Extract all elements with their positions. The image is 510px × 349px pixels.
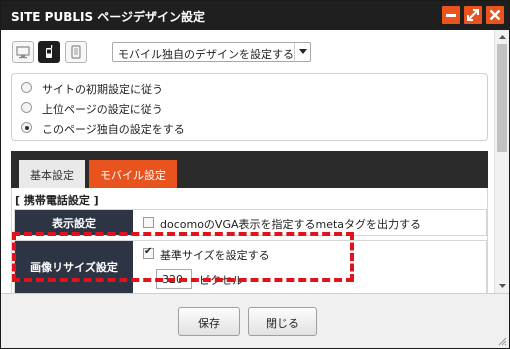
scroll-up-icon[interactable] bbox=[498, 33, 507, 42]
setting-row-image-resize: 画像リサイズ設定 基準サイズを設定する 320 ピクセル bbox=[14, 240, 487, 293]
tab-content: [ 携帯電話設定 ] 表示設定 docomoのVGA表示を指定するmetaタグを… bbox=[11, 188, 488, 293]
pc-icon bbox=[16, 46, 30, 59]
radio-button-checked[interactable] bbox=[21, 122, 32, 133]
dialog-footer: 保存 閉じる bbox=[1, 293, 509, 348]
maximize-icon bbox=[467, 9, 479, 21]
radio-label: このページ独自の設定をする bbox=[42, 123, 185, 136]
radio-label: 上位ページの設定に従う bbox=[42, 103, 163, 116]
tab-label: 基本設定 bbox=[30, 169, 74, 182]
settings-tab-panel: 基本設定 モバイル設定 [ 携帯電話設定 ] 表示設定 docomoのVGA表示… bbox=[11, 151, 488, 293]
maximize-button[interactable] bbox=[464, 6, 482, 24]
dialog-window: SITE PUBLIS ページデザイン設定 モバイル独自のデザインを設定する サ… bbox=[0, 0, 510, 349]
tab-basic-settings[interactable]: 基本設定 bbox=[19, 160, 85, 188]
device-mobile-button[interactable] bbox=[38, 41, 60, 63]
select-arrow bbox=[294, 43, 310, 61]
mobile-icon bbox=[46, 45, 53, 58]
base-size-checkbox-label: 基準サイズを設定する bbox=[160, 249, 270, 262]
base-size-input[interactable]: 320 bbox=[156, 269, 192, 289]
resize-grip-icon[interactable] bbox=[497, 336, 507, 346]
row-header: 画像リサイズ設定 bbox=[15, 241, 133, 293]
close-dialog-button[interactable]: 閉じる bbox=[248, 307, 317, 336]
tab-label: モバイル設定 bbox=[100, 169, 166, 182]
unit-label: ピクセル bbox=[199, 274, 243, 287]
row-header: 表示設定 bbox=[15, 210, 133, 235]
minimize-icon bbox=[446, 14, 456, 17]
vga-meta-checkbox[interactable] bbox=[143, 217, 154, 228]
section-title: [ 携帯電話設定 ] bbox=[15, 194, 99, 207]
vga-meta-checkbox-label: docomoのVGA表示を指定するmetaタグを出力する bbox=[160, 218, 422, 231]
setting-row-display: 表示設定 docomoのVGA表示を指定するmetaタグを出力する bbox=[14, 209, 487, 236]
inheritance-radio-group: サイトの初期設定に従う 上位ページの設定に従う このページ独自の設定をする bbox=[11, 73, 488, 141]
device-pc-button[interactable] bbox=[12, 41, 34, 63]
device-tablet-button[interactable] bbox=[65, 41, 87, 63]
save-button[interactable]: 保存 bbox=[178, 307, 240, 336]
scroll-down-icon[interactable] bbox=[498, 281, 507, 290]
close-icon bbox=[489, 9, 501, 21]
radio-button[interactable] bbox=[21, 82, 32, 93]
dialog-content: モバイル独自のデザインを設定する サイトの初期設定に従う 上位ページの設定に従う… bbox=[1, 30, 494, 293]
design-mode-select-value: モバイル独自のデザインを設定する bbox=[118, 48, 294, 61]
close-button[interactable] bbox=[486, 6, 504, 24]
scrollbar-thumb[interactable] bbox=[497, 44, 507, 152]
tab-mobile-settings[interactable]: モバイル設定 bbox=[89, 160, 177, 188]
radio-button[interactable] bbox=[21, 102, 32, 113]
tablet-icon bbox=[71, 45, 81, 59]
vertical-scrollbar[interactable] bbox=[494, 30, 509, 293]
radio-label: サイトの初期設定に従う bbox=[42, 83, 163, 96]
minimize-button[interactable] bbox=[442, 6, 460, 24]
base-size-checkbox[interactable] bbox=[143, 246, 154, 259]
title-bar[interactable]: SITE PUBLIS ページデザイン設定 bbox=[1, 1, 509, 30]
chevron-down-icon bbox=[299, 49, 307, 54]
design-mode-select[interactable]: モバイル独自のデザインを設定する bbox=[112, 42, 311, 62]
window-title: SITE PUBLIS ページデザイン設定 bbox=[11, 10, 206, 24]
